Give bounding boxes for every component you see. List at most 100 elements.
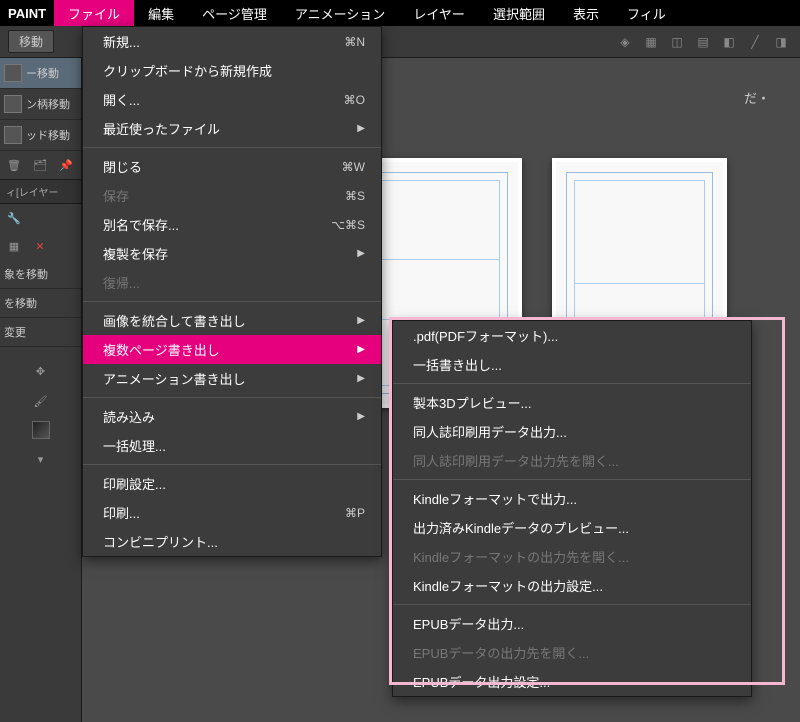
menu-item-label: 開く... [103,90,140,109]
menu-item[interactable]: 別名で保存...⌥⌘S [83,210,381,239]
menu-item[interactable]: 開く...⌘O [83,85,381,114]
shortcut: ⌘W [342,160,365,174]
chevron-right-icon: ▶ [357,344,365,355]
menu-item[interactable]: 一括書き出し... [393,350,751,379]
menu-item[interactable]: 複製を保存▶ [83,239,381,268]
tool-row[interactable]: ー移動 [0,58,81,89]
toolbar-icon[interactable]: ◧ [718,31,740,53]
tool-icons-column: ✥ 🖌 ▾ [0,357,81,473]
menu-item[interactable]: EPUBデータ出力... [393,609,751,638]
menu-item[interactable]: 新規...⌘N [83,27,381,56]
menu-item[interactable]: コンビニプリント... [83,527,381,556]
trash-icon[interactable]: 🗑 [4,155,24,175]
menu-item[interactable]: EPUBデータ出力設定... [393,667,751,696]
menu-item-label: 画像を統合して書き出し [103,311,246,330]
menu-item-label: EPUBデータ出力... [413,614,524,633]
menu-item-label: 印刷... [103,503,140,522]
toolbar-icon[interactable]: ◨ [770,31,792,53]
menu-選択範囲[interactable]: 選択範囲 [479,0,559,26]
menu-ページ管理[interactable]: ページ管理 [188,0,281,26]
menu-item[interactable]: 複数ページ書き出し▶ [83,335,381,364]
wrench-icon[interactable]: 🔧 [4,208,24,228]
chevron-right-icon: ▶ [357,373,365,384]
menu-item-label: アニメーション書き出し [103,369,245,388]
menu-レイヤー[interactable]: レイヤー [399,0,479,26]
icon-row: ▦ ✕ [0,232,81,260]
menu-item[interactable]: 一括処理... [83,431,381,460]
menu-item-label: 新規... [103,32,140,51]
menu-item[interactable]: 製本3Dプレビュー... [393,388,751,417]
option-row[interactable]: 象を移動 [0,260,81,289]
toolbar-icon[interactable]: ╱ [744,31,766,53]
menu-item-label: 製本3Dプレビュー... [413,393,531,412]
tool-icon [4,64,22,82]
toolbar-icon[interactable]: ◫ [666,31,688,53]
menu-item-label: Kindleフォーマットで出力... [413,489,577,508]
menu-item[interactable]: 読み込み▶ [83,402,381,431]
menu-item[interactable]: 出力済みKindleデータのプレビュー... [393,513,751,542]
menu-item-label: 保存 [103,186,129,205]
menu-item-label: 閉じる [103,157,142,176]
toolbar-icons: ◈ ▦ ◫ ▤ ◧ ╱ ◨ [614,31,792,53]
menu-item-label: EPUBデータ出力設定... [413,672,550,691]
menu-item-label: 同人誌印刷用データ出力... [413,422,567,441]
move-icon[interactable]: ✥ [31,361,51,381]
shortcut: ⌥⌘S [331,218,365,232]
export-submenu: .pdf(PDFフォーマット)... 一括書き出し... 製本3Dプレビュー... 同… [392,320,752,697]
toolbar-icon[interactable]: ◈ [614,31,636,53]
shortcut: ⌘P [345,506,365,520]
grid-icon[interactable]: ▦ [4,236,24,256]
option-row[interactable]: を移動 [0,289,81,318]
toolbar-icon[interactable]: ▦ [640,31,662,53]
brush-icon[interactable]: 🖌 [31,391,51,411]
menu-item: Kindleフォーマットの出力先を開く... [393,542,751,571]
tool-row[interactable]: ッド移動 [0,120,81,151]
menu-item: 復帰... [83,268,381,297]
menu-item-label: 出力済みKindleデータのプレビュー... [413,518,629,537]
menu-ファイル[interactable]: ファイル [54,0,134,26]
menu-item[interactable]: Kindleフォーマットで出力... [393,484,751,513]
chevron-right-icon: ▶ [357,248,365,259]
menu-編集[interactable]: 編集 [134,0,188,26]
menu-item[interactable]: 同人誌印刷用データ出力... [393,417,751,446]
option-row[interactable]: 変更 [0,318,81,347]
menu-item-label: 一括処理... [103,436,166,455]
menu-item-label: 一括書き出し... [413,355,502,374]
shortcut: ⌘S [345,189,365,203]
tool-icon [4,95,22,113]
tool-icon [4,126,22,144]
menu-item[interactable]: クリップボードから新規作成 [83,56,381,85]
icon-row: 🔧 [0,204,81,232]
folder-icon[interactable]: 🗂 [30,155,50,175]
toolbar-icon[interactable]: ▤ [692,31,714,53]
menu-表示[interactable]: 表示 [559,0,613,26]
menu-フィル[interactable]: フィル [613,0,680,26]
menu-item[interactable]: アニメーション書き出し ▶ [83,364,381,393]
section-label: ィ[レイヤー [0,180,81,204]
pin-icon[interactable]: 📌 [56,155,76,175]
menu-item: 同人誌印刷用データ出力先を開く... [393,446,751,475]
menu-item[interactable]: 閉じる ⌘W [83,152,381,181]
menu-item-label: クリップボードから新規作成 [103,61,272,80]
tool-row[interactable]: ン柄移動 [0,89,81,120]
color-swatch[interactable] [32,421,50,439]
menu-アニメーション[interactable]: アニメーション [281,0,399,26]
menubar: PAINT ファイル編集ページ管理アニメーションレイヤー選択範囲表示フィル [0,0,800,26]
app-name: PAINT [0,6,54,21]
toolbar-tab[interactable]: 移動 [8,30,54,53]
menu-item[interactable]: .pdf(PDFフォーマット)... [393,321,751,350]
menu-item[interactable]: 画像を統合して書き出し ▶ [83,306,381,335]
chevron-down-icon[interactable]: ▾ [31,449,51,469]
file-menu: 新規...⌘N クリップボードから新規作成開く...⌘O最近使ったファイル▶ 閉じる… [82,26,382,557]
close-icon[interactable]: ✕ [30,236,50,256]
chevron-right-icon: ▶ [357,315,365,326]
menu-item[interactable]: 印刷... ⌘P [83,498,381,527]
menu-item-label: 読み込み [103,407,155,426]
menu-item[interactable]: Kindleフォーマットの出力設定... [393,571,751,600]
icon-row: 🗑 🗂 📌 [0,151,81,180]
menu-item[interactable]: 最近使ったファイル▶ [83,114,381,143]
menu-item[interactable]: 印刷設定... [83,469,381,498]
menu-item-label: 復帰... [103,273,140,292]
chevron-right-icon: ▶ [357,123,365,134]
canvas-label: だ・ [744,88,770,107]
